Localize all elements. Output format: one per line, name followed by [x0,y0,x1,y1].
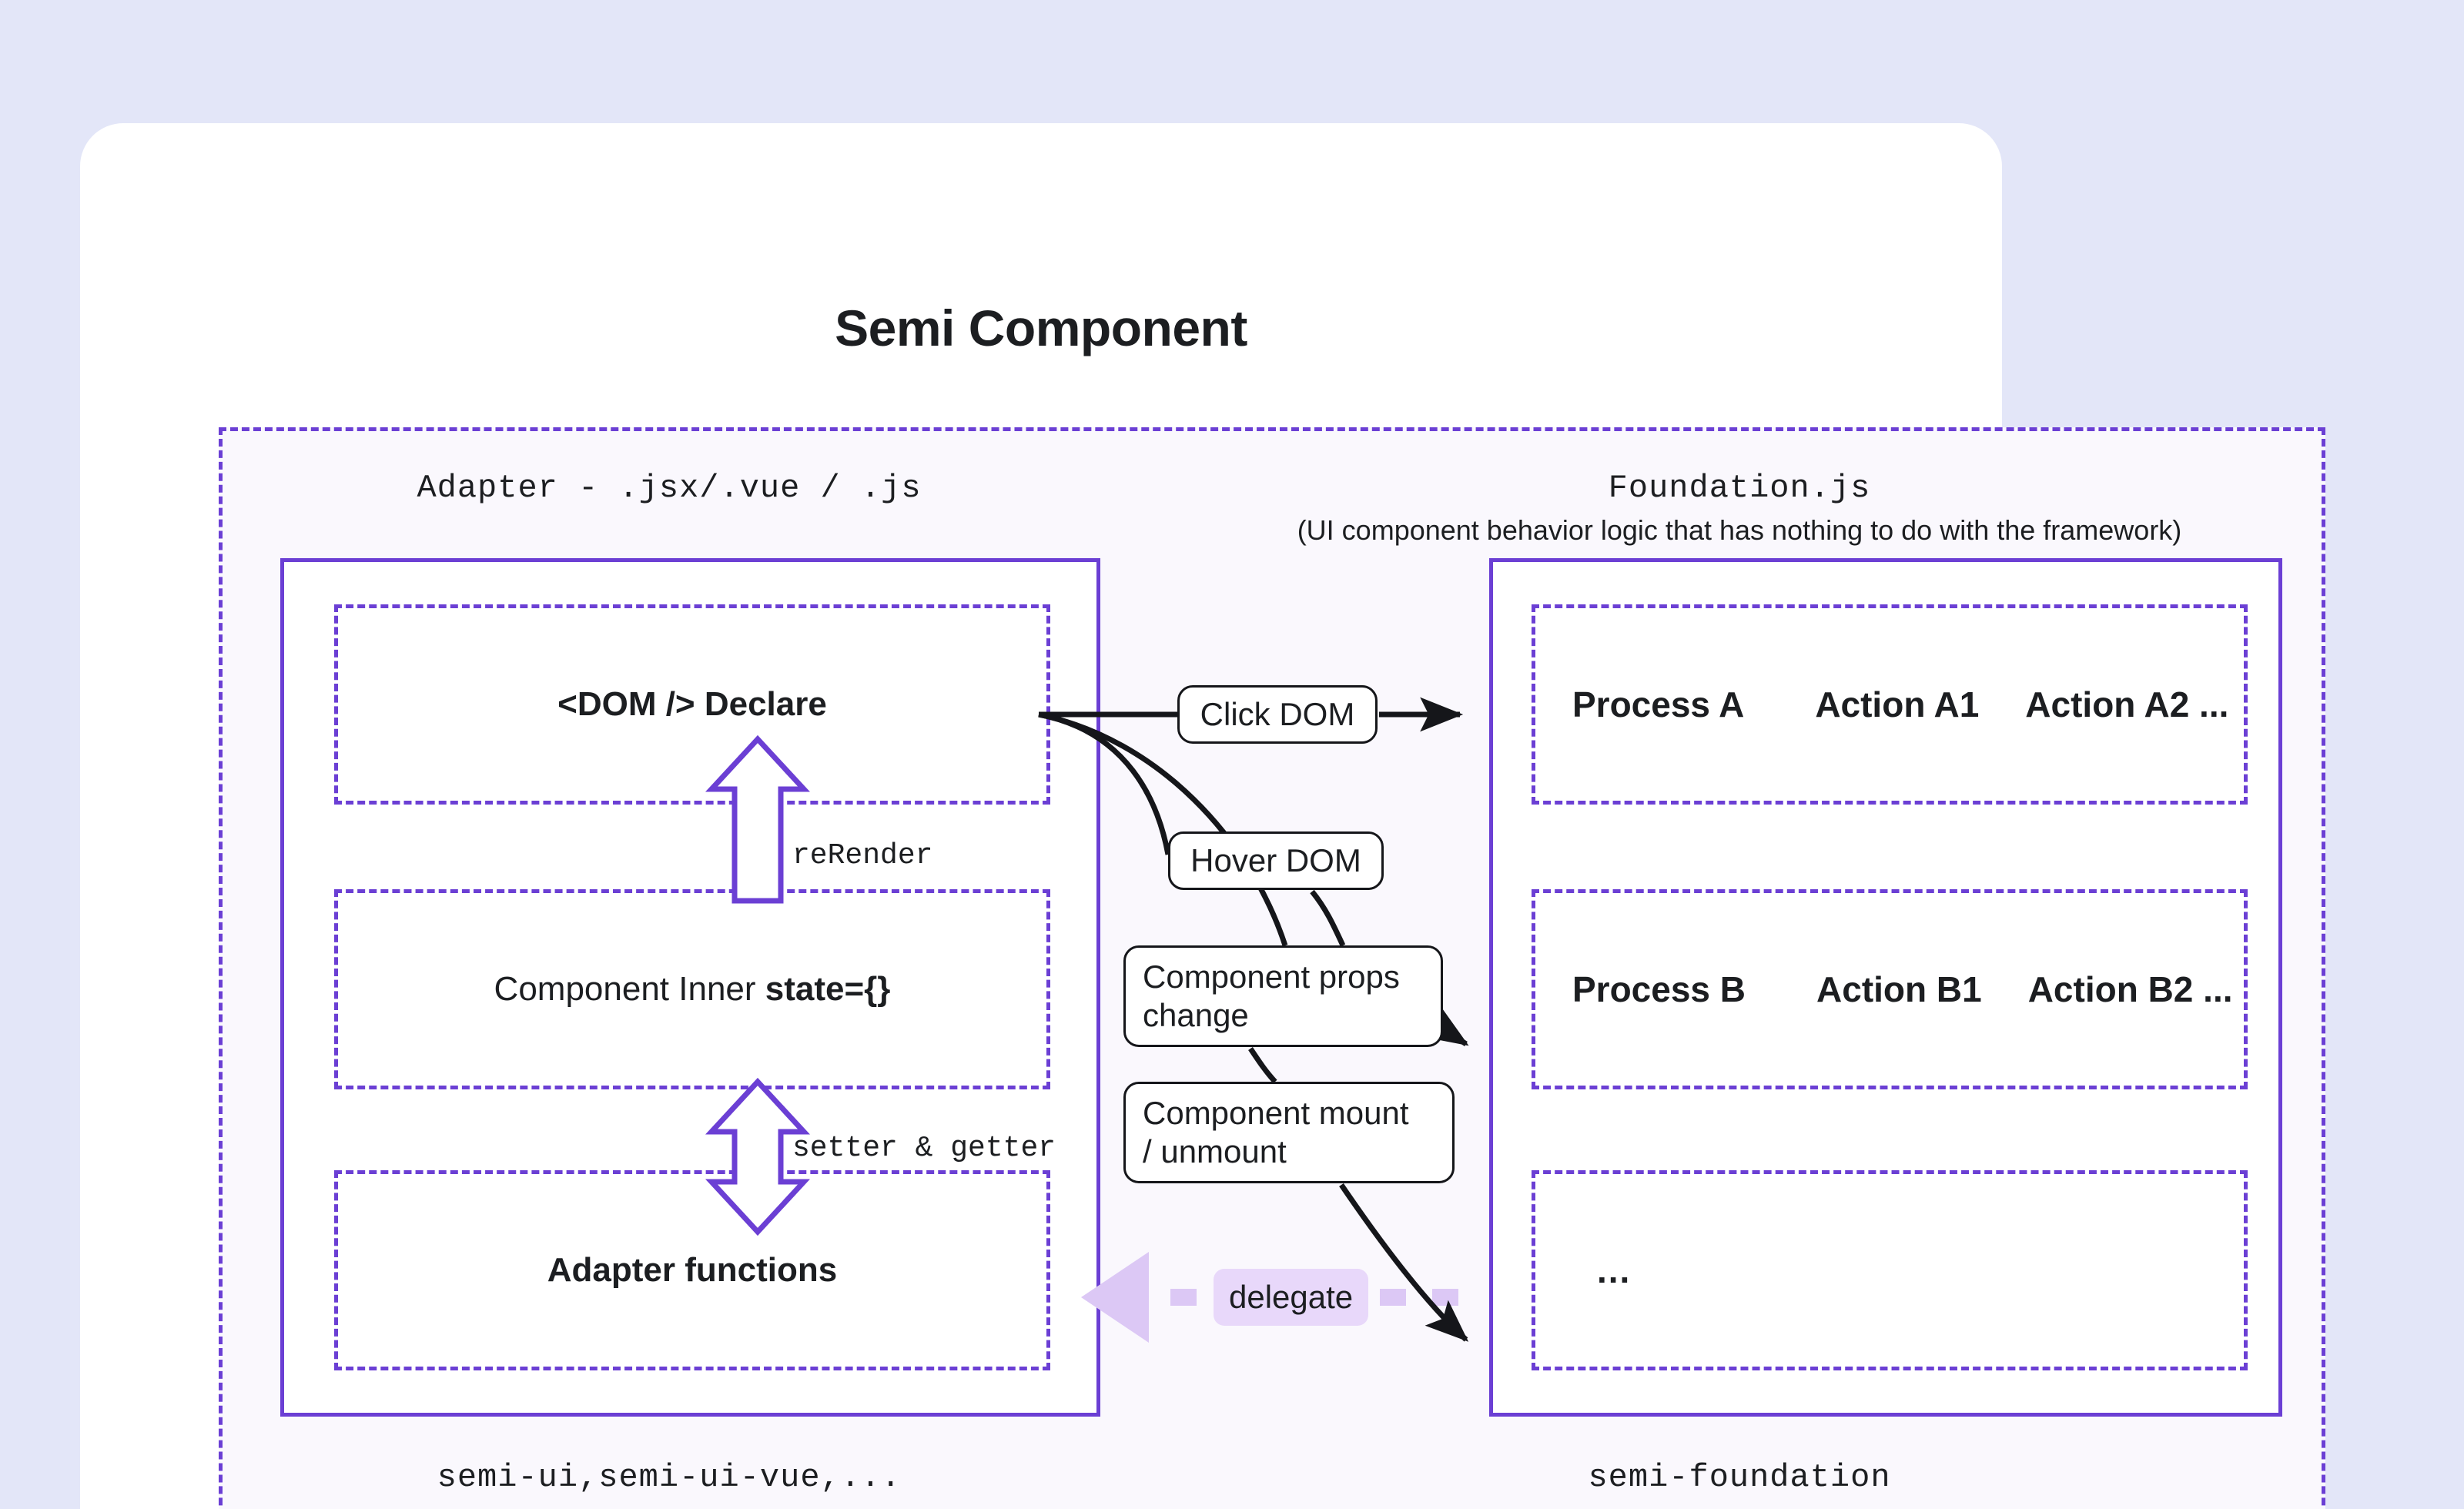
process-b-action-1: Action B1 [1816,969,1982,1009]
event-hover-dom-label: Hover DOM [1190,842,1361,879]
adapter-functions-label: Adapter functions [547,1251,838,1289]
dom-declare-box: <DOM /> Declare [334,604,1050,805]
diagram-canvas: Semi Component Adapter - .jsx/.vue / .js… [0,0,2464,1509]
adapter-functions-box: Adapter functions [334,1170,1050,1370]
event-props-change-label: Component props change [1143,958,1400,1034]
dom-declare-label: <DOM /> Declare [557,685,827,723]
adapter-panel: <DOM /> Declare Component Inner state={}… [280,558,1100,1417]
process-a-row: Process A Action A1 Action A2 ... [1535,684,2244,725]
delegate-label: delegate [1229,1279,1354,1315]
event-mount-unmount[interactable]: Component mount / unmount [1123,1082,1455,1183]
event-hover-dom[interactable]: Hover DOM [1168,831,1384,890]
process-b-box: Process B Action B1 Action B2 ... [1532,889,2248,1089]
process-b-name: Process B [1572,969,1746,1009]
event-mount-line2: / unmount [1143,1133,1287,1169]
event-click-dom[interactable]: Click DOM [1177,685,1378,744]
event-click-dom-label: Click DOM [1200,696,1355,733]
event-mount-unmount-label: Component mount / unmount [1143,1094,1409,1170]
adapter-header-text: Adapter - .jsx/.vue / .js [417,470,922,507]
foundation-panel: Process A Action A1 Action A2 ... Proces… [1489,558,2282,1417]
process-a-box: Process A Action A1 Action A2 ... [1532,604,2248,805]
component-state-label: Component Inner state={} [338,970,1046,1009]
state-label-bold: state={} [765,970,891,1008]
state-label-plain: Component Inner [494,970,765,1008]
event-props-change[interactable]: Component props change [1123,945,1443,1047]
delegate-pill: delegate [1214,1269,1369,1326]
process-etc-box: ... [1532,1170,2248,1370]
setter-getter-label: setter & getter [792,1132,1056,1165]
process-etc-label: ... [1597,1250,1632,1290]
event-mount-line1: Component mount [1143,1095,1409,1132]
process-b-row: Process B Action B1 Action B2 ... [1535,969,2244,1010]
adapter-section-header: Adapter - .jsx/.vue / .js [238,470,1100,507]
process-a-action-2: Action A2 ... [2025,684,2229,724]
rerender-label: reRender [792,839,933,872]
foundation-footer: semi-foundation [1588,1459,1891,1496]
foundation-subtitle: (UI component behavior logic that has no… [1297,514,2182,546]
process-a-name: Process A [1572,684,1745,724]
page-title: Semi Component [835,299,1247,356]
white-card: Semi Component Adapter - .jsx/.vue / .js… [80,123,2325,1509]
process-b-action-2: Action B2 ... [2027,969,2233,1009]
process-a-action-1: Action A1 [1815,684,1980,724]
foundation-section-header: Foundation.js (UI component behavior log… [1177,470,2302,547]
component-state-box: Component Inner state={} [334,889,1050,1089]
event-props-line1: Component props [1143,959,1400,995]
adapter-footer: semi-ui,semi-ui-vue,... [437,1459,902,1496]
event-props-line2: change [1143,997,1249,1033]
foundation-header-text: Foundation.js [1608,470,1871,507]
